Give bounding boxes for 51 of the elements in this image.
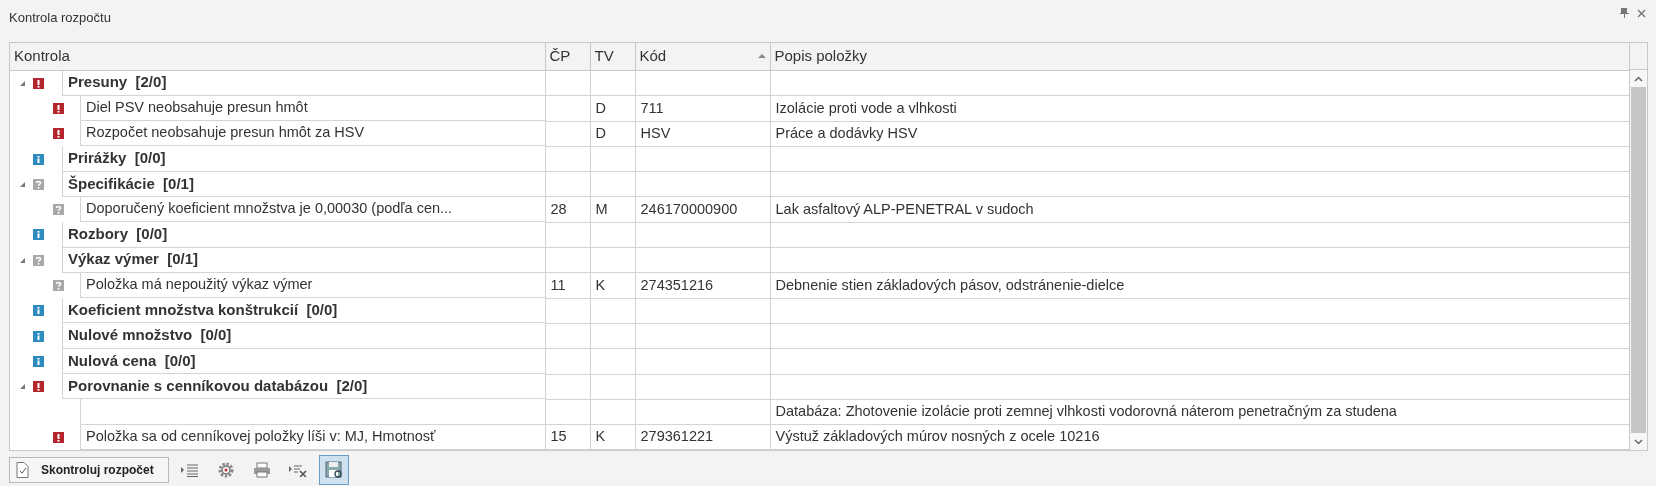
collapse-icon[interactable] [20, 181, 25, 187]
group-title[interactable]: Rozbory [0/0] [68, 223, 168, 246]
check-message: Položka sa od cenníkovej položky líši v: MJ, Hmotnosť [86, 426, 436, 446]
collapse-icon[interactable] [20, 384, 25, 390]
table-cell: 274351216 [640, 276, 714, 293]
group-title[interactable]: Špecifikácie [0/1] [68, 172, 194, 196]
save-icon[interactable] [318, 455, 349, 486]
table-cell: K [595, 276, 606, 293]
window-title: Kontrola rozpočtu [9, 9, 111, 27]
close-icon[interactable] [1637, 8, 1646, 18]
scroll-up-icon[interactable] [1634, 75, 1643, 82]
table-cell: Izolácie proti vode a vlhkosti [775, 99, 957, 116]
group-title[interactable]: Prirážky [0/0] [68, 147, 166, 170]
collapse-icon[interactable] [20, 80, 25, 86]
scroll-down-icon[interactable] [1634, 438, 1643, 445]
group-title[interactable]: Koeficient množstva konštrukcií [0/0] [68, 299, 338, 322]
column-header[interactable]: Popis položky [770, 43, 1629, 70]
group-title[interactable]: Nulová cena [0/0] [68, 349, 196, 373]
check-button[interactable]: Skontroluj rozpočet [9, 457, 169, 484]
table-cell: 279361221 [640, 428, 714, 445]
table-cell: 11 [550, 276, 566, 293]
pin-icon[interactable] [1620, 8, 1629, 18]
table-cell: D [595, 124, 606, 141]
column-header[interactable]: Kód [639, 45, 667, 68]
check-message: Položka má nepoužitý výkaz výmer [86, 275, 313, 295]
table-cell: Databáza: Zhotovenie izolácie proti zemnej vlhkosti vodorovná náterom penetračným za studena [775, 403, 1397, 420]
group-title[interactable]: Presuny [2/0] [68, 71, 167, 94]
group-title[interactable]: Porovnanie s cenníkovou databázou [2/0] [68, 374, 368, 398]
table-cell: 246170000900 [640, 200, 738, 217]
table-cell: 28 [550, 200, 567, 217]
column-header[interactable]: TV [590, 43, 635, 70]
document-check-icon [16, 462, 29, 479]
table-cell: 15 [550, 428, 567, 445]
group-title[interactable]: Výkaz výmer [0/1] [68, 248, 199, 271]
table-cell: Práce a dodávky HSV [775, 124, 918, 141]
collapse-icon[interactable] [20, 257, 25, 263]
table-cell: D [595, 99, 606, 116]
table-cell: Debnenie stien základových pásov, odstránenie-dielce [775, 276, 1125, 293]
check-message: Rozpočet neobsahuje presun hmôt za HSV [86, 123, 365, 143]
check-message: Diel PSV neobsahuje presun hmôt [86, 98, 308, 118]
column-header[interactable]: Kontrola [10, 43, 545, 70]
group-title[interactable]: Nulové množstvo [0/0] [68, 324, 232, 347]
check-message: Doporučený koeficient množstva je 0,00030 (podľa cen... [86, 199, 453, 219]
table-cell: 711 [640, 99, 664, 116]
table-cell: HSV [640, 124, 671, 141]
column-header[interactable]: ČP [545, 43, 590, 70]
table-cell: M [595, 200, 608, 217]
table-cell: Lak asfaltový ALP-PENETRAL v sudoch [775, 200, 1034, 217]
table-cell: Výstuž základových múrov nosných z ocele 10216 [775, 428, 1100, 445]
scrollbar-thumb[interactable] [1631, 87, 1646, 434]
table-cell: K [595, 428, 606, 445]
